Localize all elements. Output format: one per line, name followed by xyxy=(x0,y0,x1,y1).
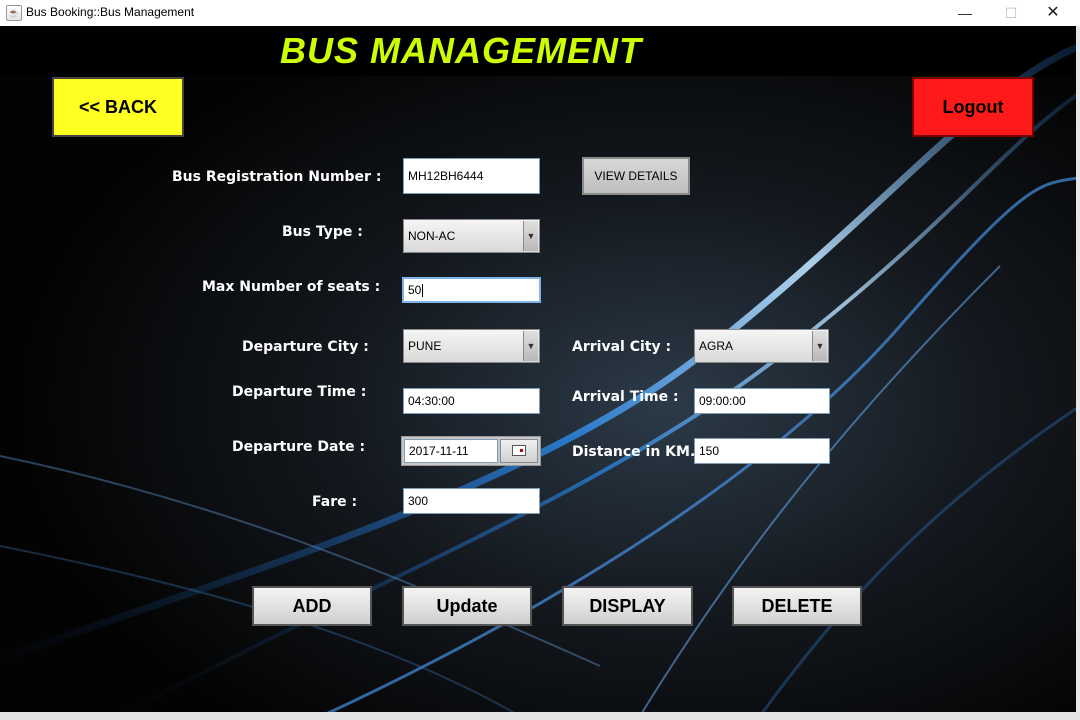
minimize-button[interactable]: — xyxy=(942,0,988,26)
window-titlebar: ☕ Bus Booking::Bus Management — ☐ ✕ xyxy=(0,0,1080,27)
arrival-time-input[interactable]: 09:00:00 xyxy=(694,388,830,414)
reg-number-input[interactable]: MH12BH6444 xyxy=(403,158,540,194)
delete-button[interactable]: DELETE xyxy=(732,586,862,626)
distance-label: Distance in KM. : xyxy=(572,444,706,460)
chevron-down-icon[interactable]: ▼ xyxy=(523,221,538,251)
text-caret xyxy=(422,284,424,298)
window-title: Bus Booking::Bus Management xyxy=(26,5,195,19)
update-button[interactable]: Update xyxy=(402,586,532,626)
logout-button[interactable]: Logout xyxy=(912,77,1034,137)
bus-type-label: Bus Type : xyxy=(282,224,363,240)
max-seats-input[interactable]: 50 xyxy=(402,277,541,303)
departure-time-label: Departure Time : xyxy=(232,384,367,400)
max-seats-value: 50 xyxy=(408,283,422,297)
chevron-down-icon[interactable]: ▼ xyxy=(523,331,538,361)
chevron-down-icon[interactable]: ▼ xyxy=(812,331,827,361)
reg-number-label: Bus Registration Number : xyxy=(172,169,382,185)
max-seats-label: Max Number of seats : xyxy=(202,279,381,295)
departure-date-input[interactable]: 2017-11-11 xyxy=(404,439,498,463)
arrival-city-value: AGRA xyxy=(699,339,734,353)
calendar-button[interactable] xyxy=(500,439,538,463)
departure-city-select[interactable]: PUNE ▼ xyxy=(403,329,540,363)
fare-input[interactable]: 300 xyxy=(403,488,540,514)
arrival-time-label: Arrival Time : xyxy=(572,389,679,405)
page-title: BUS MANAGEMENT xyxy=(280,30,642,71)
bus-type-select[interactable]: NON-AC ▼ xyxy=(403,219,540,253)
departure-date-label: Departure Date : xyxy=(232,439,366,455)
departure-date-picker: 2017-11-11 xyxy=(401,436,541,466)
bus-type-value: NON-AC xyxy=(408,229,456,243)
back-button[interactable]: << BACK xyxy=(52,77,184,137)
add-button[interactable]: ADD xyxy=(252,586,372,626)
departure-city-value: PUNE xyxy=(408,339,442,353)
main-panel: BUS MANAGEMENT << BACK Logout Bus Regist… xyxy=(0,26,1076,714)
calendar-icon xyxy=(512,445,526,457)
departure-city-label: Departure City : xyxy=(242,339,369,355)
java-icon: ☕ xyxy=(6,5,22,21)
window-edge xyxy=(1076,26,1080,714)
distance-input[interactable]: 150 xyxy=(694,438,830,464)
taskbar-strip xyxy=(0,712,1080,720)
view-details-button[interactable]: VIEW DETAILS xyxy=(582,157,690,195)
arrival-city-label: Arrival City : xyxy=(572,339,672,355)
close-button[interactable]: ✕ xyxy=(1030,0,1076,26)
fare-label: Fare : xyxy=(312,494,358,510)
display-button[interactable]: DISPLAY xyxy=(562,586,693,626)
departure-time-input[interactable]: 04:30:00 xyxy=(403,388,540,414)
maximize-button[interactable]: ☐ xyxy=(988,0,1034,26)
arrival-city-select[interactable]: AGRA ▼ xyxy=(694,329,829,363)
